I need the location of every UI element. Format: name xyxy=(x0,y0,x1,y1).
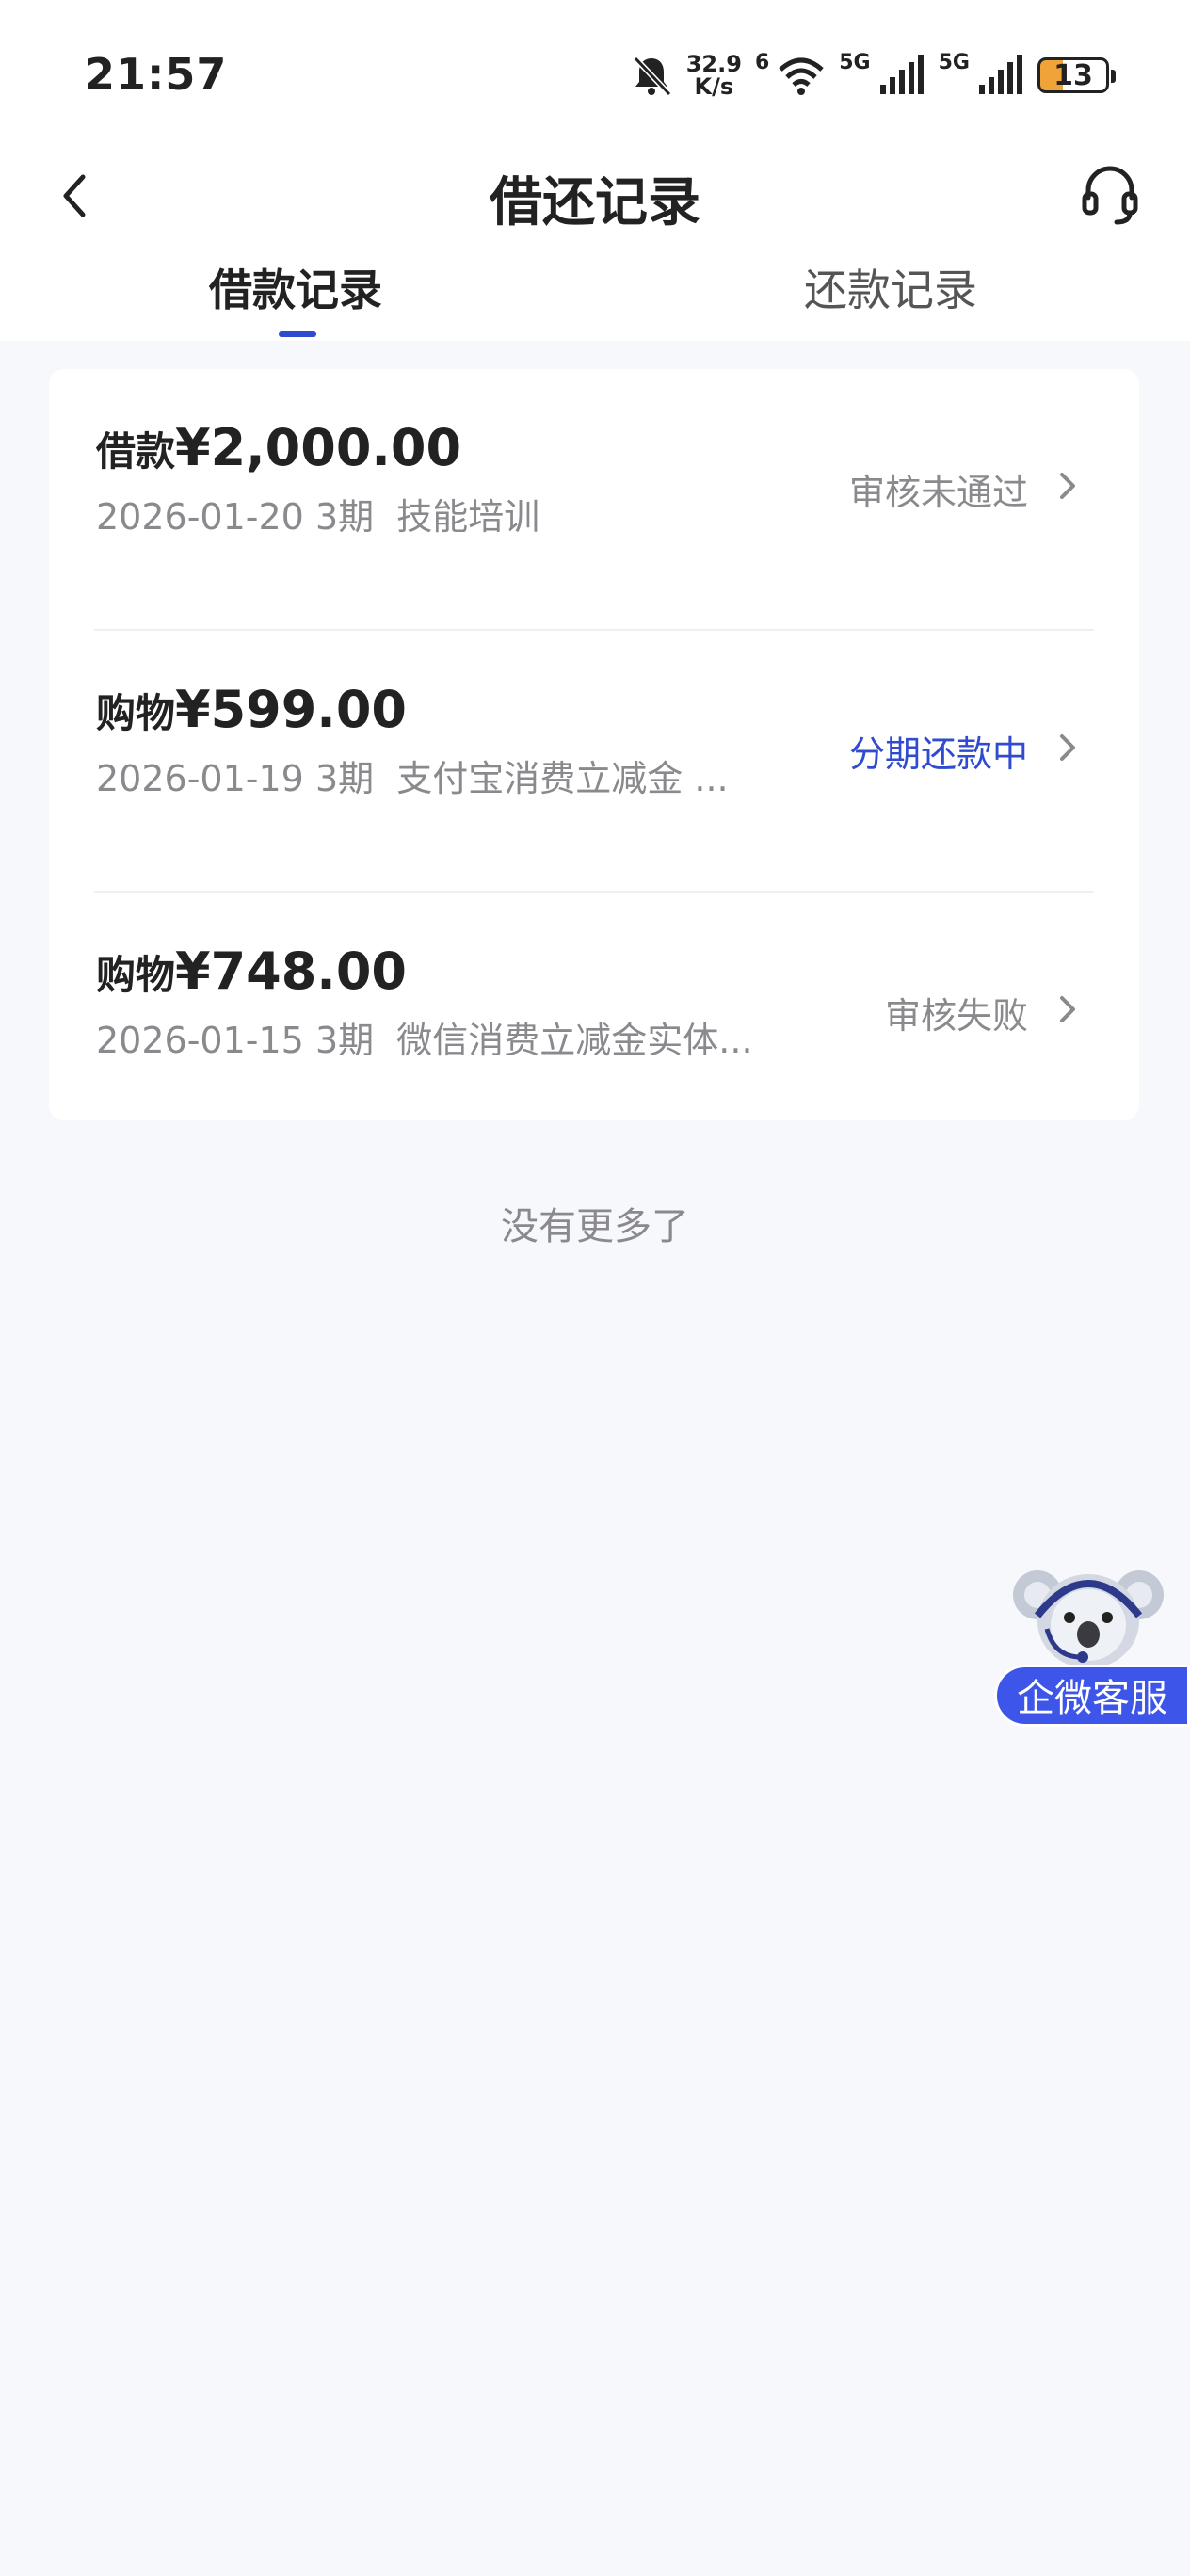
chevron-right-icon xyxy=(1060,734,1075,761)
wifi-icon xyxy=(779,57,824,95)
record-list: 借款¥2,000.00 2026-01-20 3期 技能培训 审核未通过 购物¥… xyxy=(49,369,1139,1120)
active-tab-indicator xyxy=(279,331,316,337)
record-amount: 借款¥2,000.00 xyxy=(96,418,461,477)
record-purpose: 技能培训 xyxy=(396,496,540,538)
header: 借还记录 借款记录 还款记录 xyxy=(0,141,1190,341)
bell-off-icon xyxy=(633,56,671,97)
record-status: 审核失败 xyxy=(884,995,1028,1037)
record-type: 购物 xyxy=(96,952,176,998)
record-type: 借款 xyxy=(96,428,176,475)
signal-icon xyxy=(879,55,924,94)
record-amount: 购物¥599.00 xyxy=(96,680,407,739)
record-periods: 3期 xyxy=(314,1020,375,1061)
record-status: 分期还款中 xyxy=(848,733,1028,775)
battery-level: 13 xyxy=(1053,58,1093,92)
record-amount-value: ¥599.00 xyxy=(175,680,407,739)
record-date: 2026-01-20 xyxy=(96,496,304,538)
koala-mascot-icon xyxy=(1013,1570,1164,1668)
record-meta: 2026-01-15 3期 微信消费立减金实体... xyxy=(96,1011,753,1063)
record-purpose: 微信消费立减金实体... xyxy=(396,1020,753,1061)
sim2-label: 5G xyxy=(938,51,970,74)
chevron-right-icon xyxy=(1060,996,1075,1022)
record-amount: 购物¥748.00 xyxy=(96,942,407,1001)
floating-service-button[interactable]: 企微客服 xyxy=(992,1563,1190,1732)
record-status: 审核未通过 xyxy=(848,472,1028,513)
record-date: 2026-01-15 xyxy=(96,1020,304,1061)
tab-bar: 借款记录 还款记录 xyxy=(0,256,1190,341)
record-row[interactable]: 借款¥2,000.00 2026-01-20 3期 技能培训 审核未通过 xyxy=(49,369,1139,631)
tab-repayment-records[interactable]: 还款记录 xyxy=(804,256,977,318)
signal-icon-2 xyxy=(979,55,1022,94)
status-time: 21:57 xyxy=(85,49,228,100)
sim1-label: 5G xyxy=(839,51,871,74)
headset-icon[interactable] xyxy=(1077,162,1143,228)
record-amount-value: ¥2,000.00 xyxy=(175,418,462,477)
record-row[interactable]: 购物¥748.00 2026-01-15 3期 微信消费立减金实体... 审核失… xyxy=(49,893,1139,1154)
net-speed: 32.9 K/s xyxy=(686,53,742,98)
record-meta: 2026-01-19 3期 支付宝消费立减金 ... xyxy=(96,749,729,801)
record-periods: 3期 xyxy=(314,758,375,799)
net-speed-unit: K/s xyxy=(694,73,734,100)
wifi-badge: 6 xyxy=(754,51,770,74)
status-bar: 21:57 32.9 K/s 6 5G 5G 13 xyxy=(0,0,1190,141)
chevron-right-icon xyxy=(1060,473,1075,499)
record-amount-value: ¥748.00 xyxy=(175,942,407,1001)
record-periods: 3期 xyxy=(314,496,375,538)
page-title: 借还记录 xyxy=(490,172,700,233)
no-more-text: 没有更多了 xyxy=(501,1205,689,1248)
record-purpose: 支付宝消费立减金 ... xyxy=(396,758,729,799)
battery-icon: 13 xyxy=(1037,57,1116,93)
status-icons: 32.9 K/s 6 5G 5G 13 xyxy=(630,47,1116,104)
record-date: 2026-01-19 xyxy=(96,758,304,799)
net-speed-value: 32.9 xyxy=(685,51,742,77)
record-type: 购物 xyxy=(96,690,176,736)
record-meta: 2026-01-20 3期 技能培训 xyxy=(96,488,539,539)
tab-loan-records[interactable]: 借款记录 xyxy=(209,256,382,318)
service-label[interactable]: 企微客服 xyxy=(994,1665,1190,1727)
record-row[interactable]: 购物¥599.00 2026-01-19 3期 支付宝消费立减金 ... 分期还… xyxy=(49,631,1139,893)
